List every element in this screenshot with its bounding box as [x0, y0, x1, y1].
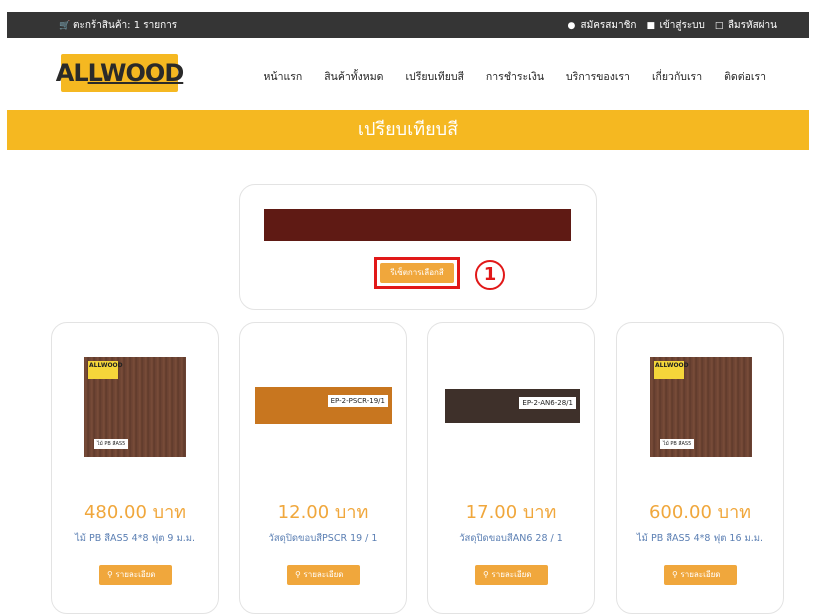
product-price: 12.00 บาท	[277, 502, 369, 523]
product-price: 600.00 บาท	[648, 502, 752, 523]
product-image: ALLWOOD ไม้ PB สีAS5	[650, 357, 752, 457]
register-link[interactable]: ● สมัครสมาชิก	[568, 18, 637, 33]
forgot-label: ลืมรหัสผ่าน	[727, 20, 777, 31]
logo-part2: LWOOD	[87, 59, 185, 87]
product-name[interactable]: ไม้ PB สีAS5 4*8 ฟุต 9 ม.ม.	[52, 531, 218, 546]
detail-button[interactable]: ⚲ รายละเอียด	[664, 565, 737, 585]
nav-compare-colors[interactable]: เปรียบเทียบสี	[405, 68, 463, 85]
nav-all-products[interactable]: สินค้าทั้งหมด	[324, 68, 383, 85]
main-nav: หน้าแรก สินค้าทั้งหมด เปรียบเทียบสี การช…	[263, 68, 766, 85]
product-price: 17.00 บาท	[465, 502, 557, 523]
nav-about[interactable]: เกี่ยวกับเรา	[652, 68, 702, 85]
nav-services[interactable]: บริการของเรา	[566, 68, 630, 85]
image-label: ไม้ PB สีAS5	[94, 439, 129, 449]
logo-text: ALLWOOD	[55, 59, 185, 87]
detail-button[interactable]: ⚲ รายละเอียด	[99, 565, 172, 585]
detail-button[interactable]: ⚲ รายละเอียด	[287, 565, 360, 585]
image-label: EP-2-AN6-28/1	[519, 397, 576, 409]
login-link[interactable]: ■ เข้าสู่ระบบ	[646, 18, 704, 33]
top-bar: 🛒 ตะกร้าสินค้า: 1 รายการ ● สมัครสมาชิก ■ เ…	[7, 12, 809, 38]
reset-button-highlight: รีเซ็ตการเลือกสี	[374, 257, 460, 289]
detail-label: รายละเอียด	[115, 570, 156, 579]
site-logo[interactable]: ALLWOOD	[56, 54, 184, 92]
unlock-icon: □	[714, 20, 724, 31]
detail-label: รายละเอียด	[680, 570, 721, 579]
brand-tag-text: ALLWOOD	[89, 362, 123, 369]
register-label: สมัครสมาชิก	[580, 20, 637, 31]
product-image: EP-2-AN6-28/1	[445, 389, 580, 423]
reset-color-button[interactable]: รีเซ็ตการเลือกสี	[380, 263, 454, 283]
detail-label: รายละเอียด	[303, 570, 344, 579]
nav-home[interactable]: หน้าแรก	[263, 68, 302, 85]
detail-label: รายละเอียด	[491, 570, 532, 579]
brand-tag: ALLWOOD	[88, 361, 123, 379]
cart-icon: 🛒	[59, 20, 71, 31]
login-label: เข้าสู่ระบบ	[659, 20, 705, 31]
brand-tag-text: ALLWOOD	[655, 362, 689, 369]
product-card[interactable]: ALLWOOD ไม้ PB สีAS5 600.00 บาท ไม้ PB ส…	[616, 322, 784, 614]
color-swatch	[264, 209, 571, 241]
brand-tag: ALLWOOD	[654, 361, 689, 379]
cart-label: ตะกร้าสินค้า: 1 รายการ	[73, 20, 178, 31]
page-banner: เปรียบเทียบสี	[7, 110, 809, 150]
lock-icon: ■	[646, 20, 655, 31]
product-card[interactable]: EP-2-PSCR-19/1 12.00 บาท วัสดุปิดขอบสีPS…	[239, 322, 407, 614]
forgot-password-link[interactable]: □ ลืมรหัสผ่าน	[715, 18, 777, 33]
product-image: EP-2-PSCR-19/1	[255, 387, 392, 424]
product-card[interactable]: EP-2-AN6-28/1 17.00 บาท วัสดุปิดขอบสีAN6…	[427, 322, 595, 614]
page-title: เปรียบเทียบสี	[357, 119, 459, 140]
nav-contact[interactable]: ติดต่อเรา	[724, 68, 766, 85]
annotation-marker: 1	[475, 260, 505, 290]
product-name[interactable]: วัสดุปิดขอบสีPSCR 19 / 1	[240, 531, 406, 546]
cart-link[interactable]: 🛒 ตะกร้าสินค้า: 1 รายการ	[59, 18, 177, 33]
detail-button[interactable]: ⚲ รายละเอียด	[475, 565, 548, 585]
product-price: 480.00 บาท	[83, 502, 187, 523]
product-image: ALLWOOD ไม้ PB สีAS5	[84, 357, 186, 457]
user-icon: ●	[567, 20, 576, 31]
image-label: ไม้ PB สีAS5	[660, 439, 695, 449]
nav-payment[interactable]: การชำระเงิน	[486, 68, 544, 85]
product-name[interactable]: วัสดุปิดขอบสีAN6 28 / 1	[428, 531, 594, 546]
product-name[interactable]: ไม้ PB สีAS5 4*8 ฟุต 16 ม.ม.	[617, 531, 783, 546]
product-card[interactable]: ALLWOOD ไม้ PB สีAS5 480.00 บาท ไม้ PB ส…	[51, 322, 219, 614]
color-compare-card: รีเซ็ตการเลือกสี	[239, 184, 597, 310]
logo-part1: AL	[55, 59, 89, 87]
image-label: EP-2-PSCR-19/1	[327, 395, 388, 407]
